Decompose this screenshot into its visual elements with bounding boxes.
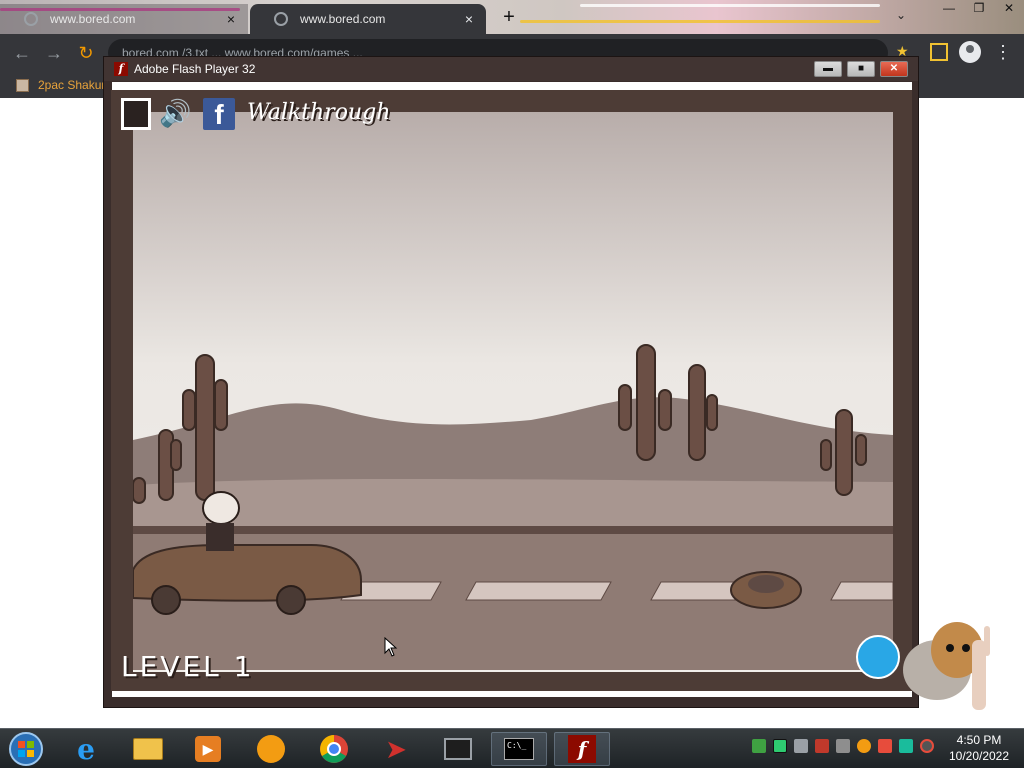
manhole-obstacle[interactable] — [730, 571, 802, 609]
clock-date: 10/20/2022 — [948, 749, 1010, 763]
flash-titlebar[interactable]: f Adobe Flash Player 32 ▬ ■ ✕ — [104, 57, 918, 81]
tab-close-icon[interactable]: × — [462, 11, 476, 27]
flash-player-icon: f — [568, 735, 596, 763]
road-edge — [133, 526, 893, 534]
flash-logo-icon: f — [114, 62, 128, 76]
wallpaper-streak — [520, 20, 880, 23]
tray-app-icon[interactable] — [794, 739, 808, 753]
desktop-gadget-character[interactable] — [902, 620, 1012, 728]
system-tray — [752, 739, 934, 753]
task-manager-icon — [444, 738, 472, 760]
game-scene[interactable] — [111, 90, 912, 691]
taskbar-flash-player[interactable]: f — [554, 732, 610, 766]
tab-title: www.bored.com — [50, 12, 136, 26]
tab-search-icon[interactable]: ⌄ — [896, 8, 906, 22]
maximize-button[interactable]: ❐ — [964, 0, 994, 18]
bookmark-item[interactable]: 2pac Shakur — [38, 78, 105, 92]
browser-tab-active[interactable]: www.bored.com × — [250, 4, 486, 34]
screen: www.bored.com × www.bored.com × + ⌄ — ❐ … — [0, 0, 1024, 768]
sound-icon[interactable]: 🔊 — [159, 98, 191, 130]
flash-close-button[interactable]: ✕ — [880, 61, 908, 77]
close-button[interactable]: ✕ — [994, 0, 1024, 18]
fullscreen-icon[interactable] — [121, 98, 151, 130]
taskbar-uc-browser[interactable] — [243, 732, 299, 766]
tab-favicon-icon — [274, 12, 288, 26]
taskbar-internet-explorer[interactable]: e — [58, 732, 114, 766]
tray-search-icon[interactable] — [857, 739, 871, 753]
folder-icon — [133, 738, 163, 760]
hint-face-icon[interactable] — [856, 635, 900, 679]
red-arrow-icon: ➤ — [385, 733, 407, 764]
chrome-icon — [320, 735, 348, 763]
internet-explorer-icon: e — [77, 732, 95, 766]
media-player-icon: ▶ — [195, 736, 221, 762]
windows-taskbar: e ▶ ➤ C:\_ f 4:50 PM 10/20/2022 — [0, 728, 1024, 768]
facebook-icon[interactable]: f — [203, 98, 235, 130]
profile-avatar-icon[interactable] — [959, 41, 981, 63]
flash-minimize-button[interactable]: ▬ — [814, 61, 842, 77]
tray-flag-icon[interactable] — [878, 739, 892, 753]
browser-tab[interactable]: www.bored.com × — [0, 4, 248, 34]
window-controls: — ❐ ✕ — [934, 0, 1024, 18]
tray-battery-icon[interactable] — [773, 739, 787, 753]
command-prompt-icon: C:\_ — [504, 738, 534, 760]
clock-time: 4:50 PM — [956, 733, 1002, 747]
taskbar-command-prompt[interactable]: C:\_ — [491, 732, 547, 766]
minimize-button[interactable]: — — [934, 0, 964, 18]
flash-window-title: Adobe Flash Player 32 — [134, 62, 256, 76]
forward-button[interactable]: → — [38, 37, 70, 69]
flash-maximize-button[interactable]: ■ — [847, 61, 875, 77]
tab-close-icon[interactable]: × — [224, 11, 238, 27]
reload-button[interactable]: ↻ — [70, 37, 102, 69]
flash-letterbox-top — [112, 82, 912, 90]
tray-display-icon[interactable] — [899, 739, 913, 753]
taskbar-red-arrow-app[interactable]: ➤ — [368, 732, 424, 766]
walkthrough-link[interactable]: Walkthrough — [247, 100, 390, 125]
flash-letterbox-bottom — [112, 691, 912, 697]
game-stage[interactable]: 🔊 f Walkthrough LEVEL 1 — [111, 90, 912, 691]
wallpaper-streak — [580, 4, 880, 7]
taskbar-chrome[interactable] — [306, 732, 362, 766]
menu-kebab-icon[interactable]: ⋮ — [994, 41, 1012, 63]
level-label: LEVEL 1 — [121, 650, 255, 683]
mouse-cursor-icon — [384, 637, 398, 657]
tray-record-icon[interactable] — [920, 739, 934, 753]
tab-favicon-icon — [24, 12, 38, 26]
taskbar-clock[interactable]: 4:50 PM 10/20/2022 — [944, 732, 1014, 764]
sidepanel-icon[interactable] — [930, 43, 948, 61]
new-tab-button[interactable]: + — [498, 6, 520, 28]
flash-player-window: f Adobe Flash Player 32 ▬ ■ ✕ 🔊 f Walkth… — [103, 56, 919, 708]
uc-browser-icon — [257, 735, 285, 763]
tray-app-icon[interactable] — [836, 739, 850, 753]
taskbar-task-manager[interactable] — [430, 732, 486, 766]
tray-antivirus-icon[interactable] — [815, 739, 829, 753]
back-button[interactable]: ← — [6, 37, 38, 69]
bookmark-favicon-icon — [16, 78, 29, 92]
taskbar-file-explorer[interactable] — [120, 732, 176, 766]
tray-network-icon[interactable] — [752, 739, 766, 753]
taskbar-media-player[interactable]: ▶ — [180, 732, 236, 766]
browser-tabstrip: www.bored.com × www.bored.com × + ⌄ — ❐ … — [0, 0, 1024, 34]
start-button-icon[interactable] — [6, 732, 46, 766]
tab-title: www.bored.com — [300, 12, 386, 26]
